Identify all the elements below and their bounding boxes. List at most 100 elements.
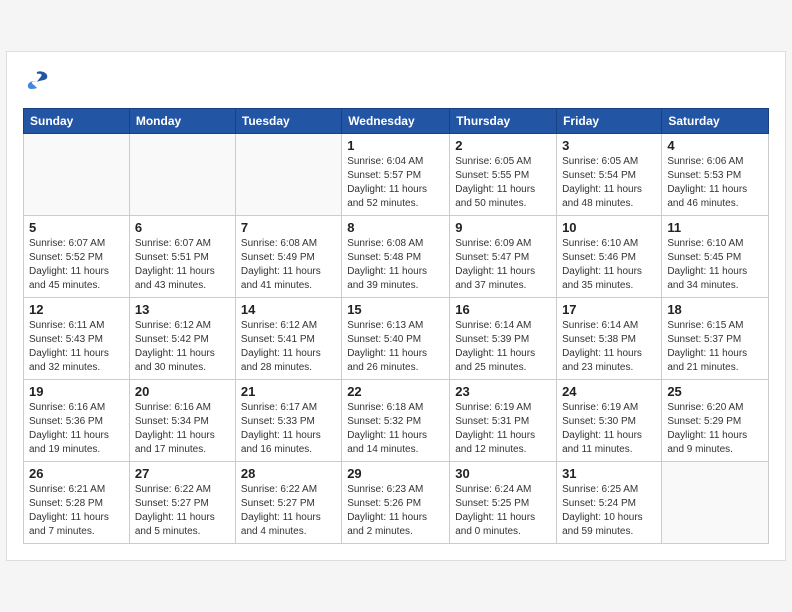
- day-number: 11: [667, 220, 763, 235]
- calendar-cell: 17 Sunrise: 6:14 AMSunset: 5:38 PMDayligh…: [557, 298, 662, 380]
- day-info: Sunrise: 6:18 AMSunset: 5:32 PMDaylight:…: [347, 401, 444, 457]
- day-number: 15: [347, 302, 444, 317]
- day-info: Sunrise: 6:17 AMSunset: 5:33 PMDaylight:…: [241, 401, 336, 457]
- weekday-header: Wednesday: [342, 109, 450, 134]
- day-number: 5: [29, 220, 124, 235]
- day-info: Sunrise: 6:11 AMSunset: 5:43 PMDaylight:…: [29, 319, 124, 375]
- day-info: Sunrise: 6:23 AMSunset: 5:26 PMDaylight:…: [347, 483, 444, 539]
- day-number: 10: [562, 220, 656, 235]
- day-info: Sunrise: 6:22 AMSunset: 5:27 PMDaylight:…: [241, 483, 336, 539]
- day-info: Sunrise: 6:15 AMSunset: 5:37 PMDaylight:…: [667, 319, 763, 375]
- calendar-cell: 13Sunrise: 6:12 AMSunset: 5:42 PMDayligh…: [129, 298, 235, 380]
- day-number: 23: [455, 384, 551, 399]
- logo: [23, 68, 55, 96]
- calendar-cell: [235, 134, 341, 216]
- day-info: Sunrise: 6:08 AMSunset: 5:49 PMDaylight:…: [241, 237, 336, 293]
- day-info: Sunrise: 6:19 AMSunset: 5:30 PMDaylight:…: [562, 401, 656, 457]
- day-info: Sunrise: 6:07 AMSunset: 5:52 PMDaylight:…: [29, 237, 124, 293]
- calendar-cell: 23 Sunrise: 6:19 AMSunset: 5:31 PMDayligh…: [450, 380, 557, 462]
- calendar-cell: 26 Sunrise: 6:21 AMSunset: 5:28 PMDayligh…: [24, 462, 130, 544]
- calendar-cell: 3 Sunrise: 6:05 AMSunset: 5:54 PMDaylight…: [557, 134, 662, 216]
- calendar-cell: [662, 462, 769, 544]
- weekday-header: Tuesday: [235, 109, 341, 134]
- day-number: 3: [562, 138, 656, 153]
- day-number: 17: [562, 302, 656, 317]
- calendar-week-row: 1Sunrise: 6:04 AMSunset: 5:57 PMDaylight…: [24, 134, 769, 216]
- calendar-week-row: 26 Sunrise: 6:21 AMSunset: 5:28 PMDayligh…: [24, 462, 769, 544]
- day-info: Sunrise: 6:12 AMSunset: 5:41 PMDaylight:…: [241, 319, 336, 375]
- day-number: 18: [667, 302, 763, 317]
- day-info: Sunrise: 6:21 AMSunset: 5:28 PMDaylight:…: [29, 483, 124, 539]
- calendar-table: SundayMondayTuesdayWednesdayThursdayFrid…: [23, 108, 769, 544]
- day-info: Sunrise: 6:10 AMSunset: 5:46 PMDaylight:…: [562, 237, 656, 293]
- day-number: 25: [667, 384, 763, 399]
- calendar-cell: 24 Sunrise: 6:19 AMSunset: 5:30 PMDayligh…: [557, 380, 662, 462]
- calendar-cell: 22 Sunrise: 6:18 AMSunset: 5:32 PMDayligh…: [342, 380, 450, 462]
- day-number: 19: [29, 384, 124, 399]
- day-number: 20: [135, 384, 230, 399]
- calendar-cell: 5 Sunrise: 6:07 AMSunset: 5:52 PMDaylight…: [24, 216, 130, 298]
- calendar-cell: 10 Sunrise: 6:10 AMSunset: 5:46 PMDayligh…: [557, 216, 662, 298]
- calendar-cell: 1Sunrise: 6:04 AMSunset: 5:57 PMDaylight…: [342, 134, 450, 216]
- calendar-week-row: 5 Sunrise: 6:07 AMSunset: 5:52 PMDaylight…: [24, 216, 769, 298]
- calendar-cell: 29 Sunrise: 6:23 AMSunset: 5:26 PMDayligh…: [342, 462, 450, 544]
- calendar-cell: 25Sunrise: 6:20 AMSunset: 5:29 PMDayligh…: [662, 380, 769, 462]
- calendar-cell: 20 Sunrise: 6:16 AMSunset: 5:34 PMDayligh…: [129, 380, 235, 462]
- calendar-cell: 19 Sunrise: 6:16 AMSunset: 5:36 PMDayligh…: [24, 380, 130, 462]
- day-number: 28: [241, 466, 336, 481]
- day-info: Sunrise: 6:05 AMSunset: 5:54 PMDaylight:…: [562, 155, 656, 211]
- calendar-cell: 15 Sunrise: 6:13 AMSunset: 5:40 PMDayligh…: [342, 298, 450, 380]
- day-number: 8: [347, 220, 444, 235]
- day-info: Sunrise: 6:13 AMSunset: 5:40 PMDaylight:…: [347, 319, 444, 375]
- day-number: 26: [29, 466, 124, 481]
- calendar-cell: 6Sunrise: 6:07 AMSunset: 5:51 PMDaylight…: [129, 216, 235, 298]
- day-number: 7: [241, 220, 336, 235]
- calendar-tbody: 1Sunrise: 6:04 AMSunset: 5:57 PMDaylight…: [24, 134, 769, 544]
- day-info: Sunrise: 6:14 AMSunset: 5:39 PMDaylight:…: [455, 319, 551, 375]
- day-info: Sunrise: 6:16 AMSunset: 5:34 PMDaylight:…: [135, 401, 230, 457]
- day-number: 29: [347, 466, 444, 481]
- calendar-thead: SundayMondayTuesdayWednesdayThursdayFrid…: [24, 109, 769, 134]
- calendar-week-row: 12 Sunrise: 6:11 AMSunset: 5:43 PMDayligh…: [24, 298, 769, 380]
- day-number: 1: [347, 138, 444, 153]
- day-number: 22: [347, 384, 444, 399]
- calendar-cell: 18 Sunrise: 6:15 AMSunset: 5:37 PMDayligh…: [662, 298, 769, 380]
- calendar-cell: 16Sunrise: 6:14 AMSunset: 5:39 PMDayligh…: [450, 298, 557, 380]
- day-number: 30: [455, 466, 551, 481]
- day-info: Sunrise: 6:16 AMSunset: 5:36 PMDaylight:…: [29, 401, 124, 457]
- day-info: Sunrise: 6:12 AMSunset: 5:42 PMDaylight:…: [135, 319, 230, 375]
- weekday-header: Monday: [129, 109, 235, 134]
- calendar-cell: [24, 134, 130, 216]
- day-number: 27: [135, 466, 230, 481]
- day-number: 21: [241, 384, 336, 399]
- calendar-cell: [129, 134, 235, 216]
- calendar-week-row: 19 Sunrise: 6:16 AMSunset: 5:36 PMDayligh…: [24, 380, 769, 462]
- day-info: Sunrise: 6:09 AMSunset: 5:47 PMDaylight:…: [455, 237, 551, 293]
- day-info: Sunrise: 6:06 AMSunset: 5:53 PMDaylight:…: [667, 155, 763, 211]
- weekday-header: Saturday: [662, 109, 769, 134]
- calendar-cell: 11 Sunrise: 6:10 AMSunset: 5:45 PMDayligh…: [662, 216, 769, 298]
- day-info: Sunrise: 6:10 AMSunset: 5:45 PMDaylight:…: [667, 237, 763, 293]
- day-number: 31: [562, 466, 656, 481]
- calendar-cell: 12 Sunrise: 6:11 AMSunset: 5:43 PMDayligh…: [24, 298, 130, 380]
- day-info: Sunrise: 6:19 AMSunset: 5:31 PMDaylight:…: [455, 401, 551, 457]
- weekday-header: Friday: [557, 109, 662, 134]
- logo-icon: [23, 68, 51, 96]
- day-number: 6: [135, 220, 230, 235]
- calendar-cell: 2Sunrise: 6:05 AMSunset: 5:55 PMDaylight…: [450, 134, 557, 216]
- day-number: 14: [241, 302, 336, 317]
- day-number: 4: [667, 138, 763, 153]
- day-info: Sunrise: 6:05 AMSunset: 5:55 PMDaylight:…: [455, 155, 551, 211]
- day-number: 12: [29, 302, 124, 317]
- weekday-header: Thursday: [450, 109, 557, 134]
- calendar-cell: 27Sunrise: 6:22 AMSunset: 5:27 PMDayligh…: [129, 462, 235, 544]
- calendar-cell: 31 Sunrise: 6:25 AMSunset: 5:24 PMDayligh…: [557, 462, 662, 544]
- day-number: 9: [455, 220, 551, 235]
- day-info: Sunrise: 6:24 AMSunset: 5:25 PMDaylight:…: [455, 483, 551, 539]
- day-info: Sunrise: 6:14 AMSunset: 5:38 PMDaylight:…: [562, 319, 656, 375]
- calendar-cell: 30 Sunrise: 6:24 AMSunset: 5:25 PMDayligh…: [450, 462, 557, 544]
- calendar-header: [23, 68, 769, 96]
- day-info: Sunrise: 6:25 AMSunset: 5:24 PMDaylight:…: [562, 483, 656, 539]
- calendar-cell: 21 Sunrise: 6:17 AMSunset: 5:33 PMDayligh…: [235, 380, 341, 462]
- day-number: 24: [562, 384, 656, 399]
